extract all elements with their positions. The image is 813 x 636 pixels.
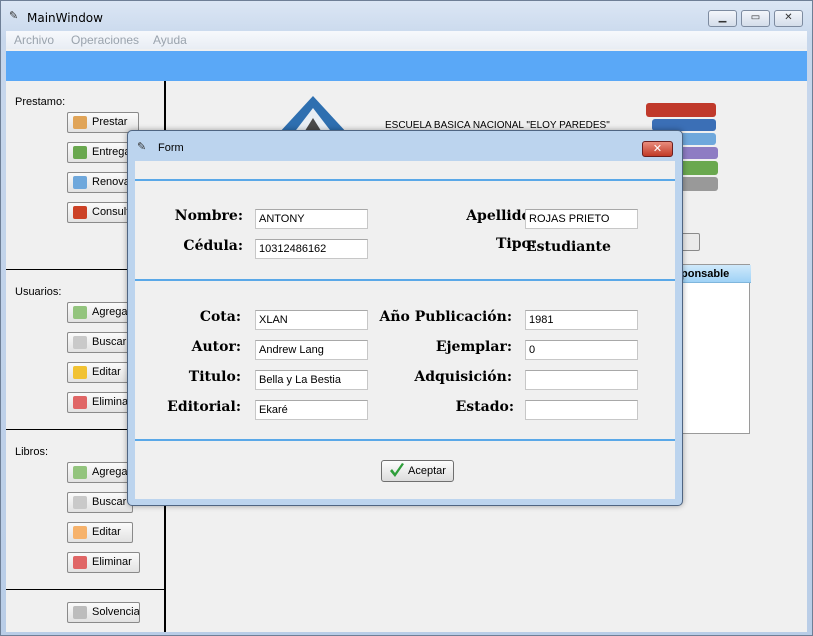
menu-archivo[interactable]: Archivo (14, 33, 54, 47)
menu-operaciones[interactable]: Operaciones (71, 33, 139, 47)
ejemplar-field[interactable]: 0 (525, 340, 638, 360)
close-icon: ✕ (784, 12, 793, 23)
anio-publicacion-label: Año Publicación: (379, 309, 512, 325)
maximize-icon: ▭ (750, 12, 761, 23)
search-user-icon (73, 336, 87, 349)
adquisicion-label: Adquisición: (414, 369, 512, 385)
minimize-icon: ▁ (718, 12, 727, 23)
form-separator (135, 179, 675, 181)
search-book-icon (73, 496, 87, 509)
toolbar-band (6, 51, 807, 81)
edit-book-icon (73, 526, 87, 539)
apellido-label: Apellido: (466, 208, 536, 224)
edit-user-icon (73, 366, 87, 379)
libros-label: Libros: (15, 446, 49, 458)
delete-book-icon (73, 556, 87, 569)
maximize-button[interactable]: ▭ (741, 10, 770, 27)
estado-label: Estado: (455, 399, 514, 415)
titulo-label: Titulo: (188, 369, 241, 385)
eliminar-usuario-button[interactable]: Eliminar (67, 392, 133, 413)
cota-label: Cota: (199, 309, 241, 325)
return-book-icon (73, 146, 87, 159)
cedula-field[interactable]: 10312486162 (255, 239, 368, 259)
renovar-button[interactable]: Renova (67, 172, 133, 193)
background-table[interactable]: ponsable (678, 264, 751, 434)
close-icon: ✕ (652, 142, 663, 155)
cota-field[interactable]: XLAN (255, 310, 368, 330)
minimize-button[interactable]: ▁ (708, 10, 737, 27)
table-header-responsable: ponsable (679, 265, 751, 283)
editorial-label: Editorial: (167, 399, 241, 415)
sidebar-divider (6, 589, 166, 590)
apellido-field[interactable]: ROJAS PRIETO (525, 209, 638, 229)
ejemplar-label: Ejemplar: (435, 339, 512, 355)
form-dialog: ✎ Form ✕ Nombre: ANTONY Apellido: ROJAS … (127, 130, 683, 506)
agregar-usuario-button[interactable]: Agrega (67, 302, 133, 323)
tipo-value: Estudiante (526, 239, 611, 255)
title-bar: ✎ MainWindow ▁ ▭ ✕ (1, 1, 813, 31)
close-button[interactable]: ✕ (774, 10, 803, 27)
form-separator (135, 439, 675, 441)
form-title: Form (158, 142, 184, 154)
eliminar-libro-button[interactable]: Eliminar (67, 552, 140, 573)
form-body: Nombre: ANTONY Apellido: ROJAS PRIETO Cé… (135, 161, 675, 499)
editar-usuario-button[interactable]: Editar (67, 362, 133, 383)
buscar-usuario-button[interactable]: Buscar (67, 332, 133, 353)
titulo-field[interactable]: Bella y La Bestia (255, 370, 368, 390)
anio-publicacion-field[interactable]: 1981 (525, 310, 638, 330)
autor-field[interactable]: Andrew Lang (255, 340, 368, 360)
editorial-field[interactable]: Ekaré (255, 400, 368, 420)
adquisicion-field[interactable] (525, 370, 638, 390)
usuarios-label: Usuarios: (15, 286, 62, 298)
hand-book-icon (73, 116, 87, 129)
autor-label: Autor: (191, 339, 241, 355)
delete-user-icon (73, 396, 87, 409)
entrega-button[interactable]: Entrega (67, 142, 133, 163)
cedula-label: Cédula: (183, 238, 243, 254)
add-book-icon (73, 466, 87, 479)
add-user-icon (73, 306, 87, 319)
editar-libro-button[interactable]: Editar (67, 522, 133, 543)
school-logo (278, 96, 348, 134)
tipo-label: Tipo: (495, 236, 536, 252)
prestamo-label: Prestamo: (15, 96, 66, 108)
prestar-button[interactable]: Prestar (67, 112, 139, 133)
menu-bar: Archivo Operaciones Ayuda (6, 31, 807, 49)
agregar-libro-button[interactable]: Agrega (67, 462, 133, 483)
solvencia-button[interactable]: Solvencia (67, 602, 140, 623)
renew-icon (73, 176, 87, 189)
menu-ayuda[interactable]: Ayuda (153, 33, 187, 47)
document-icon (73, 606, 87, 619)
check-icon (390, 463, 404, 477)
app-icon: ✎ (9, 9, 19, 22)
consulta-button[interactable]: Consulta (67, 202, 133, 223)
window-title: MainWindow (27, 11, 103, 25)
form-separator (135, 279, 675, 281)
query-icon (73, 206, 87, 219)
aceptar-button[interactable]: Aceptar (381, 460, 454, 482)
buscar-libro-button[interactable]: Buscar (67, 492, 133, 513)
form-close-button[interactable]: ✕ (642, 141, 673, 157)
form-icon: ✎ (137, 140, 147, 153)
estado-field[interactable] (525, 400, 638, 420)
nombre-field[interactable]: ANTONY (255, 209, 368, 229)
nombre-label: Nombre: (174, 208, 243, 224)
background-button[interactable] (680, 233, 700, 251)
